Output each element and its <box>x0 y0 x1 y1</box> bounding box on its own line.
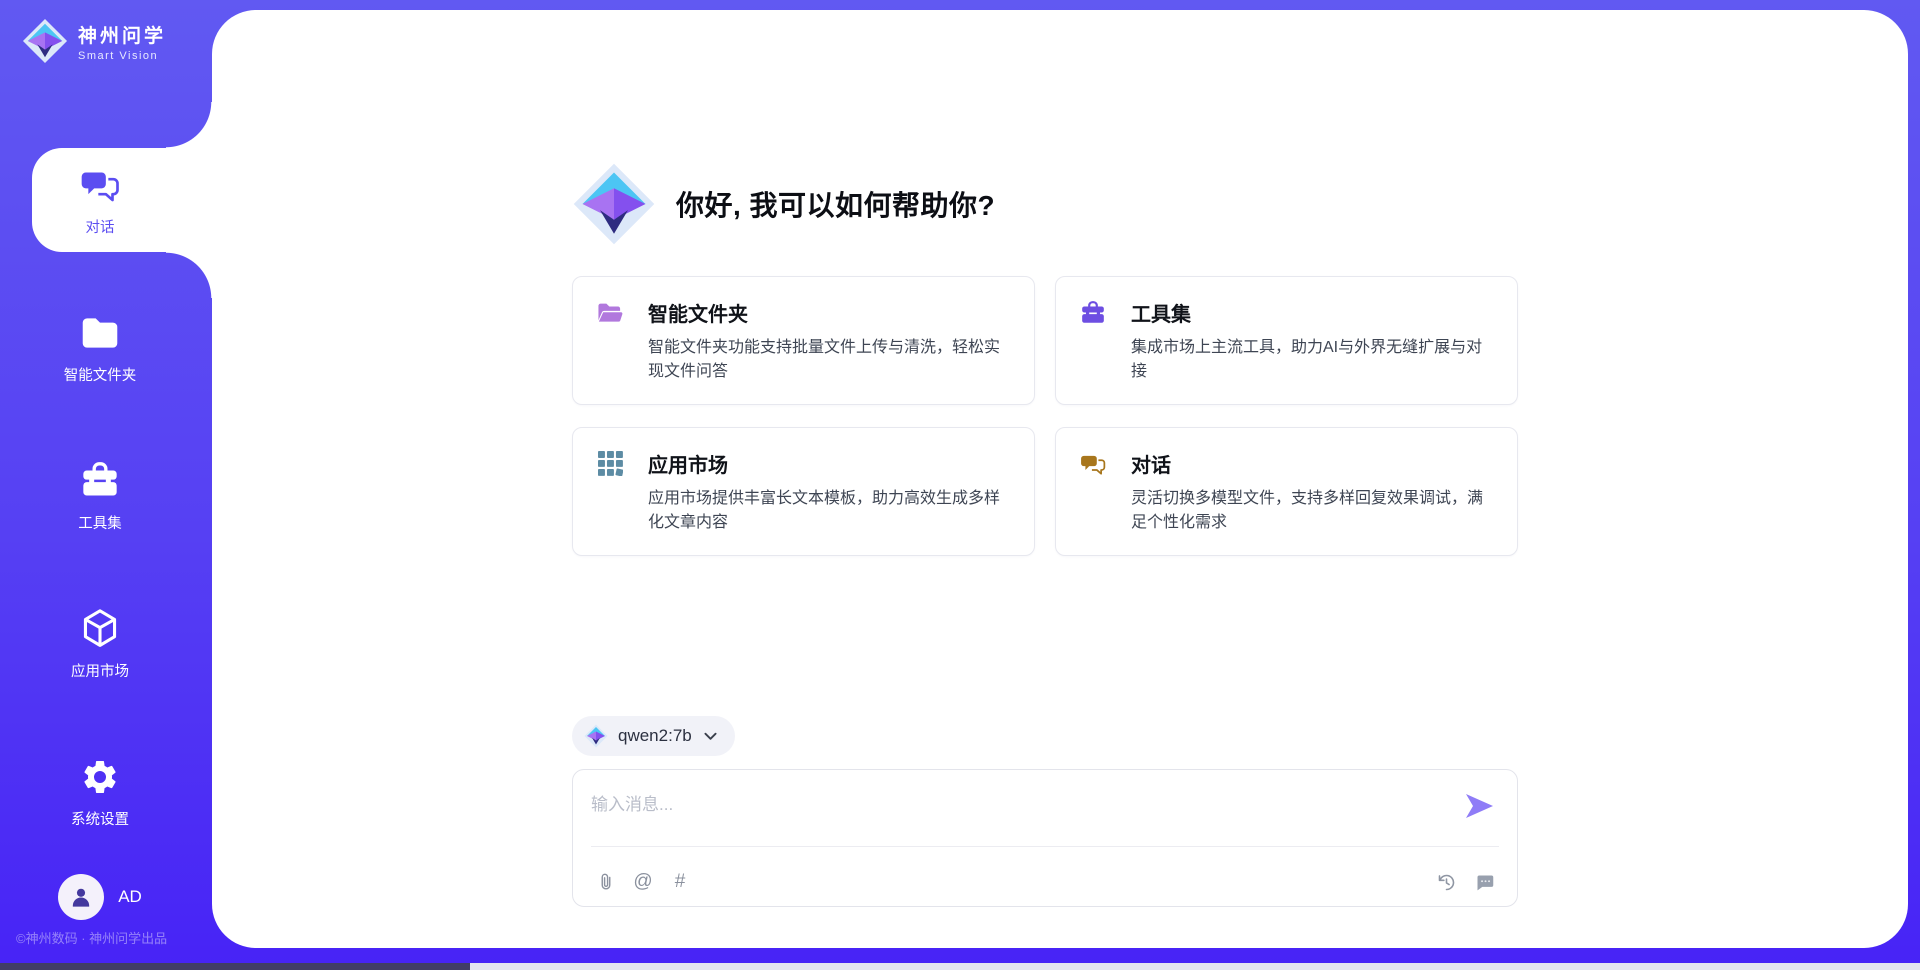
main-content: 你好, 我可以如何帮助你? 智能文件夹 智能文件夹功能支持批量文件上传与清洗，轻… <box>572 10 1518 907</box>
toolbox-icon <box>79 460 121 502</box>
send-icon[interactable] <box>1463 792 1495 820</box>
user-account[interactable]: AD <box>0 874 200 920</box>
copyright-text: ©神州数码 · 神州问学出品 <box>16 928 167 947</box>
brand: 神州问学 Smart Vision <box>22 18 166 64</box>
shortcut-cards: 智能文件夹 智能文件夹功能支持批量文件上传与清洗，轻松实现文件问答 <box>572 276 1518 556</box>
brand-diamond-logo-icon <box>22 18 68 64</box>
horizontal-scrollbar-thumb[interactable] <box>0 963 470 970</box>
sidebar-nav: 对话 智能文件夹 <box>0 148 212 888</box>
card-title: 工具集 <box>1131 298 1191 327</box>
cube-icon <box>79 608 121 650</box>
person-icon <box>67 883 95 911</box>
card-title: 应用市场 <box>648 449 728 478</box>
message-input[interactable] <box>579 776 1399 838</box>
brand-subtitle: Smart Vision <box>78 50 166 62</box>
brand-name: 神州问学 <box>78 21 166 48</box>
card-description: 应用市场提供丰富长文本模板，助力高效生成多样化文章内容 <box>648 487 1010 535</box>
model-diamond-logo-icon <box>584 724 608 748</box>
toolbox-icon <box>1080 300 1106 326</box>
sidebar-item-toolset[interactable]: 工具集 <box>0 444 212 548</box>
composer-toolbar: @ # <box>595 871 1495 893</box>
sidebar-item-chat[interactable]: 对话 <box>32 148 212 252</box>
card-title: 对话 <box>1131 449 1171 478</box>
mention-icon[interactable]: @ <box>632 871 654 893</box>
user-initials: AD <box>118 887 142 907</box>
card-description: 智能文件夹功能支持批量文件上传与清洗，轻松实现文件问答 <box>648 336 1010 384</box>
model-name: qwen2:7b <box>618 726 692 746</box>
sidebar: 神州问学 Smart Vision 对话 <box>0 0 212 970</box>
card-smart-folder[interactable]: 智能文件夹 智能文件夹功能支持批量文件上传与清洗，轻松实现文件问答 <box>572 276 1035 405</box>
greeting-diamond-logo-icon <box>572 162 656 246</box>
hashtag-icon[interactable]: # <box>669 871 691 893</box>
main-panel: 你好, 我可以如何帮助你? 智能文件夹 智能文件夹功能支持批量文件上传与清洗，轻… <box>212 10 1908 948</box>
model-selector[interactable]: qwen2:7b <box>572 716 735 756</box>
chevron-down-icon <box>704 732 717 741</box>
greeting: 你好, 我可以如何帮助你? <box>572 162 1518 246</box>
sidebar-item-app-market[interactable]: 应用市场 <box>0 592 212 696</box>
greeting-text: 你好, 我可以如何帮助你? <box>676 184 995 224</box>
sidebar-item-label: 工具集 <box>78 512 122 533</box>
card-description: 灵活切换多模型文件，支持多样回复效果调试，满足个性化需求 <box>1131 487 1493 535</box>
sidebar-item-label: 系统设置 <box>71 808 129 829</box>
card-chat[interactable]: 对话 灵活切换多模型文件，支持多样回复效果调试，满足个性化需求 <box>1055 427 1518 556</box>
grid-blocks-icon <box>597 451 623 477</box>
feedback-bubble-icon[interactable] <box>1473 871 1495 893</box>
history-icon[interactable] <box>1435 871 1457 893</box>
card-app-market[interactable]: 应用市场 应用市场提供丰富长文本模板，助力高效生成多样化文章内容 <box>572 427 1035 556</box>
message-composer: @ # <box>572 769 1518 907</box>
sidebar-item-label: 对话 <box>86 216 115 237</box>
card-title: 智能文件夹 <box>648 298 748 327</box>
sidebar-item-settings[interactable]: 系统设置 <box>0 740 212 844</box>
composer-divider <box>591 846 1499 847</box>
folder-open-icon <box>597 300 623 326</box>
card-toolset[interactable]: 工具集 集成市场上主流工具，助力AI与外界无缝扩展与对接 <box>1055 276 1518 405</box>
horizontal-scrollbar <box>0 963 1920 970</box>
sidebar-item-label: 应用市场 <box>71 660 129 681</box>
chat-bubbles-icon <box>79 164 121 206</box>
sidebar-item-label: 智能文件夹 <box>64 364 137 385</box>
gear-icon <box>79 756 121 798</box>
paperclip-icon[interactable] <box>595 871 617 893</box>
app-window: 神州问学 Smart Vision 对话 <box>0 0 1920 970</box>
chat-bubbles-icon <box>1080 451 1106 477</box>
avatar <box>58 874 104 920</box>
sidebar-item-smart-folder[interactable]: 智能文件夹 <box>0 296 212 400</box>
folder-icon <box>79 312 121 354</box>
card-description: 集成市场上主流工具，助力AI与外界无缝扩展与对接 <box>1131 336 1493 384</box>
